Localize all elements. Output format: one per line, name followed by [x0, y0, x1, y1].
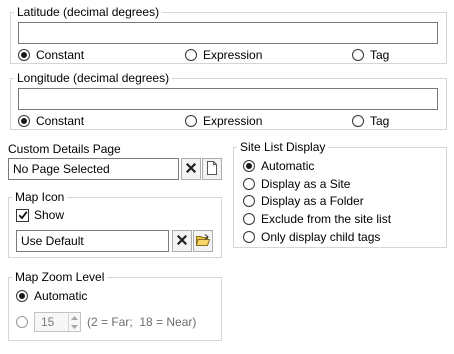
details-page-clear-button[interactable]: [181, 158, 201, 180]
latitude-input[interactable]: [18, 22, 438, 44]
details-page-input[interactable]: No Page Selected: [8, 158, 179, 180]
longitude-tag-radio[interactable]: Tag: [352, 114, 389, 128]
latitude-expression-radio[interactable]: Expression: [185, 48, 262, 62]
folder-open-icon: [195, 233, 211, 249]
site-list-site-label: Display as a Site: [261, 177, 351, 191]
zoom-custom-radio[interactable]: [16, 316, 34, 328]
zoom-legend: Map Zoom Level: [12, 270, 108, 284]
radio-unselected-icon: [243, 195, 255, 207]
latitude-tag-label: Tag: [370, 48, 390, 62]
radio-unselected-icon: [185, 49, 197, 61]
map-icon-group: Map Icon Show Use Default: [8, 190, 222, 258]
zoom-hint: (2 = Far; 18 = Near): [87, 315, 197, 329]
radio-unselected-icon: [352, 49, 364, 61]
radio-unselected-icon: [243, 231, 255, 243]
close-icon: [176, 234, 188, 248]
zoom-automatic-label: Automatic: [34, 289, 88, 303]
chevron-down-icon[interactable]: [69, 322, 80, 331]
longitude-group: Longitude (decimal degrees) Constant Exp…: [10, 71, 447, 130]
radio-unselected-icon: [243, 213, 255, 225]
site-list-site-radio[interactable]: Display as a Site: [243, 177, 350, 191]
site-list-legend: Site List Display: [237, 140, 329, 154]
site-list-folder-radio[interactable]: Display as a Folder: [243, 194, 364, 208]
longitude-constant-radio[interactable]: Constant: [18, 114, 84, 128]
site-list-automatic-radio[interactable]: Automatic: [243, 159, 314, 173]
latitude-constant-label: Constant: [36, 48, 85, 62]
zoom-group: Map Zoom Level Automatic 15 (2 = Far; 18…: [8, 270, 222, 341]
latitude-group: Latitude (decimal degrees) Constant Expr…: [10, 5, 447, 64]
latitude-expression-label: Expression: [203, 48, 263, 62]
latitude-tag-radio[interactable]: Tag: [352, 48, 389, 62]
latitude-legend: Latitude (decimal degrees): [14, 5, 163, 19]
radio-selected-icon: [243, 160, 255, 172]
longitude-expression-label: Expression: [203, 114, 263, 128]
radio-selected-icon: [18, 49, 30, 61]
latitude-constant-radio[interactable]: Constant: [18, 48, 84, 62]
radio-selected-icon: [18, 115, 30, 127]
map-icon-show-label: Show: [34, 208, 65, 222]
longitude-expression-radio[interactable]: Expression: [185, 114, 262, 128]
site-list-folder-label: Display as a Folder: [261, 194, 364, 208]
site-list-automatic-label: Automatic: [261, 159, 315, 173]
radio-unselected-icon: [16, 316, 28, 328]
site-list-child-tags-radio[interactable]: Only display child tags: [243, 230, 380, 244]
radio-unselected-icon: [352, 115, 364, 127]
radio-selected-icon: [16, 290, 28, 302]
radio-unselected-icon: [243, 178, 255, 190]
map-icon-input[interactable]: Use Default: [16, 230, 169, 252]
longitude-tag-label: Tag: [370, 114, 390, 128]
longitude-legend: Longitude (decimal degrees): [14, 71, 173, 85]
site-list-exclude-label: Exclude from the site list: [261, 212, 392, 226]
map-icon-browse-button[interactable]: [193, 230, 213, 252]
zoom-level-stepper[interactable]: 15: [34, 312, 81, 332]
details-page-browse-button[interactable]: [202, 158, 222, 180]
longitude-input[interactable]: [18, 88, 438, 110]
stepper-arrows: [68, 313, 80, 331]
site-list-child-tags-label: Only display child tags: [261, 230, 381, 244]
map-icon-legend: Map Icon: [12, 190, 68, 204]
checkmark-icon: [16, 208, 29, 222]
site-list-exclude-radio[interactable]: Exclude from the site list: [243, 212, 391, 226]
zoom-automatic-radio[interactable]: Automatic: [16, 289, 87, 303]
site-list-group: Site List Display Automatic Display as a…: [233, 140, 447, 248]
zoom-level-value: 15: [41, 315, 55, 329]
map-icon-clear-button[interactable]: [172, 230, 192, 252]
page-icon: [206, 160, 218, 178]
details-page-label: Custom Details Page: [8, 142, 121, 156]
close-icon: [185, 162, 197, 176]
longitude-constant-label: Constant: [36, 114, 85, 128]
chevron-up-icon[interactable]: [69, 313, 80, 322]
radio-unselected-icon: [185, 115, 197, 127]
map-icon-show-checkbox[interactable]: Show: [16, 208, 64, 222]
